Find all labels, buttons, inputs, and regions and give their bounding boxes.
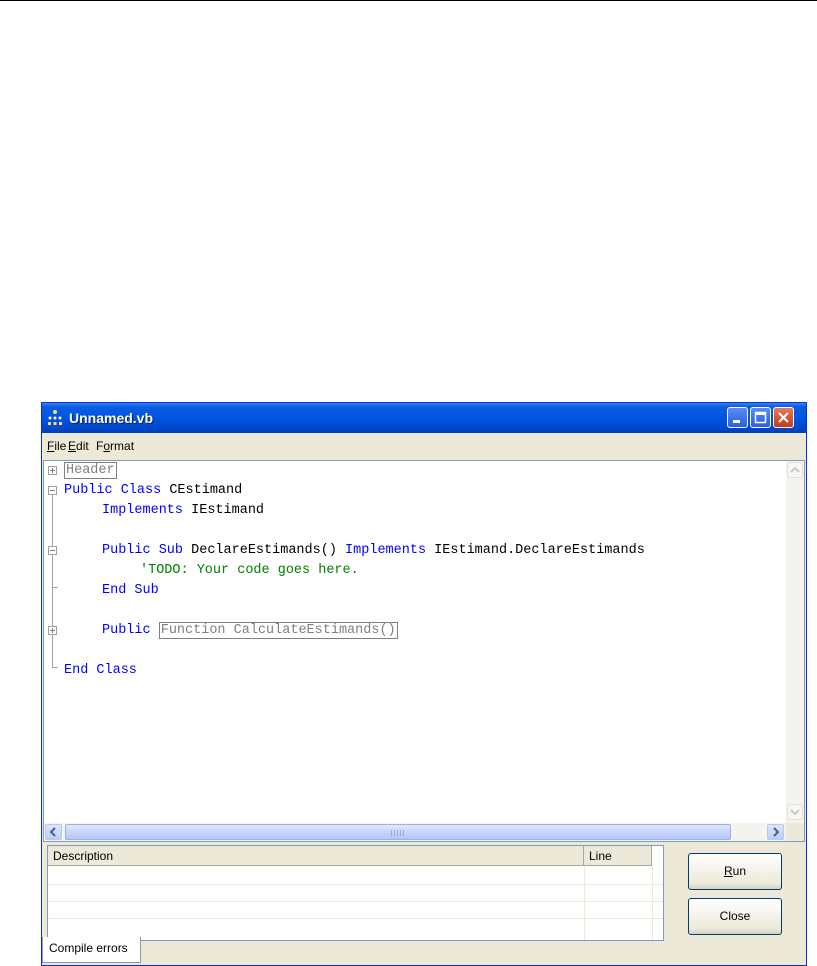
title-bar[interactable]: Unnamed.vb	[42, 403, 806, 433]
code-line-11: End Class	[64, 663, 137, 678]
maximize-icon	[754, 411, 767, 424]
code-comment: 'TODO: Your code goes here.	[140, 563, 359, 578]
code-line-2: Public Class CEstimand	[64, 483, 243, 498]
grip-icon	[391, 830, 405, 836]
scroll-up-icon[interactable]	[787, 462, 803, 478]
code-editor[interactable]: Header Public Class CEstimand Implements…	[43, 460, 805, 842]
menu-file[interactable]: File	[47, 439, 66, 453]
code-line-5: Public Sub DeclareEstimands() Implements…	[102, 543, 645, 558]
horizontal-scroll-thumb[interactable]	[65, 824, 731, 840]
code-line-1: Header	[64, 462, 117, 480]
tab-compile-errors[interactable]: Compile errors	[42, 937, 141, 963]
scroll-right-button[interactable]	[767, 824, 784, 840]
window-title: Unnamed.vb	[69, 410, 154, 426]
collapse-class-icon[interactable]	[48, 486, 57, 495]
expand-function-icon[interactable]	[48, 626, 57, 635]
collapsed-region[interactable]: Header	[64, 462, 117, 479]
minimize-button[interactable]	[727, 407, 748, 428]
expand-header-icon[interactable]	[48, 466, 57, 475]
scroll-left-button[interactable]	[45, 824, 62, 840]
code-line-7: End Sub	[102, 583, 159, 598]
vertical-scrollbar[interactable]	[786, 461, 804, 823]
column-header-description[interactable]: Description	[48, 846, 584, 866]
maximize-button[interactable]	[750, 407, 771, 428]
top-divider	[0, 0, 817, 1]
app-icon	[48, 410, 62, 425]
menu-format[interactable]: Format	[96, 439, 134, 453]
code-line-9: Public Function CalculateEstimands()	[102, 622, 398, 639]
run-button[interactable]: Run	[688, 853, 782, 890]
editor-window: Unnamed.vb File Edit Format Header Publi…	[41, 402, 807, 966]
chevron-left-icon	[49, 827, 56, 837]
collapse-sub-icon[interactable]	[48, 546, 57, 555]
close-icon	[778, 412, 789, 423]
compile-errors-list[interactable]: Description Line	[47, 845, 664, 941]
collapsed-region[interactable]: Function CalculateEstimands()	[158, 622, 398, 639]
code-line-6: 'TODO: Your code goes here.	[140, 562, 359, 580]
menu-edit[interactable]: Edit	[68, 439, 89, 453]
minimize-icon	[733, 420, 740, 423]
scroll-down-icon[interactable]	[787, 804, 803, 820]
column-header-line[interactable]: Line	[584, 846, 652, 866]
horizontal-scrollbar[interactable]	[44, 823, 786, 841]
code-line-3: Implements IEstimand	[102, 503, 265, 518]
scrollbar-corner	[786, 823, 804, 841]
menu-bar: File Edit Format	[42, 433, 806, 459]
close-window-button[interactable]	[773, 407, 794, 428]
close-button[interactable]: Close	[688, 898, 782, 935]
chevron-right-icon	[773, 827, 780, 837]
